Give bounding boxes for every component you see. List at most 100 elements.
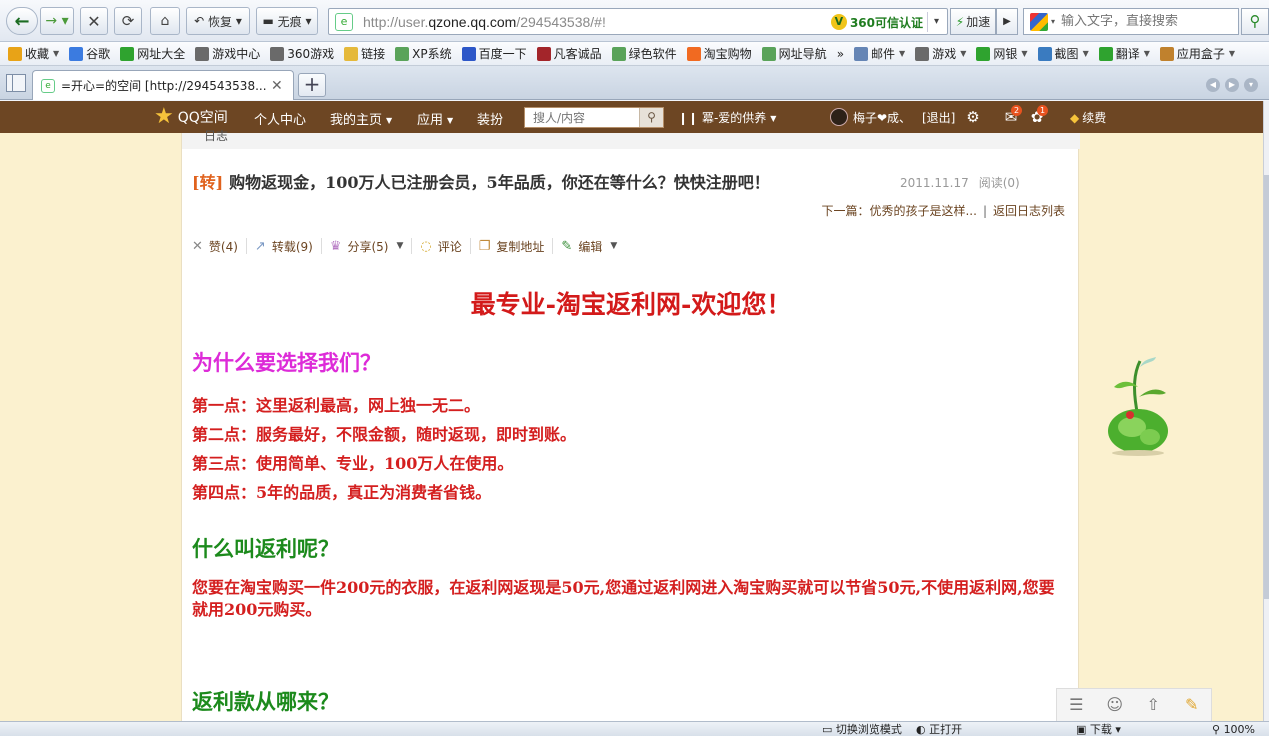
chevron-down-icon[interactable]: ▼ <box>1229 49 1235 58</box>
new-tab-button[interactable]: + <box>298 73 326 97</box>
close-icon: ✕ <box>192 238 203 254</box>
page-icon <box>395 46 410 61</box>
nav-my-home[interactable]: 我的主页 ▼ <box>330 109 392 128</box>
tab-qzone[interactable]: e =开心=的空间 [http://294543538.... ✕ <box>32 70 294 100</box>
chevron-down-icon: ▼ <box>396 241 404 251</box>
search-input[interactable] <box>1061 14 1232 29</box>
chevron-down-icon[interactable]: ▼ <box>1144 49 1150 58</box>
favorite-item[interactable]: 游戏 ▼ <box>913 44 968 64</box>
favorite-item[interactable]: 翻译 ▼ <box>1097 44 1152 64</box>
vertical-scrollbar[interactable] <box>1263 101 1269 721</box>
address-dropdown-button[interactable]: ▾ <box>927 12 945 32</box>
favorite-item[interactable]: 网址大全 <box>118 44 187 64</box>
reasons-list: 第一点：这里返利最高，网上独一无二。 第二点：服务最好，不限金额，随时返现，即时… <box>192 391 576 507</box>
tab-scroll-right-icon[interactable]: ▶ <box>1225 78 1239 92</box>
chevron-down-icon[interactable]: ▼ <box>1083 49 1089 58</box>
favorite-item[interactable]: 游戏中心 <box>193 44 262 64</box>
refresh-button[interactable]: ⟳ <box>114 7 142 35</box>
search-button[interactable]: ⚲ <box>1241 8 1269 35</box>
qzone-search-input[interactable] <box>525 108 639 127</box>
search-box[interactable]: ▾ <box>1023 8 1239 35</box>
username[interactable]: 梅子❤成、 <box>853 109 911 126</box>
zoom-level[interactable]: ⚲ 100% <box>1212 723 1255 736</box>
back-to-list-link[interactable]: 返回日志列表 <box>993 204 1065 218</box>
qzone-topbar: ★QQ空间 个人中心 我的主页▼ 应用▼ 装扮 ⚲ ❙❙ 冪-爱的供养▼ 梅子❤… <box>0 101 1263 133</box>
trust-badge[interactable]: V 360可信认证 <box>830 12 923 32</box>
chevron-down-icon[interactable]: ▼ <box>1021 49 1027 58</box>
comment-button[interactable]: ◌ 评论 <box>420 238 461 255</box>
edit-button[interactable]: ✎ 编辑 ▼ <box>561 238 617 255</box>
qzone-search[interactable]: ⚲ <box>524 107 664 128</box>
favorite-item[interactable]: 淘宝购物 <box>685 44 754 64</box>
chevron-down-icon[interactable]: ▼ <box>960 49 966 58</box>
bank-icon <box>976 46 991 61</box>
list-icon[interactable]: ☰ <box>1064 694 1088 716</box>
favorite-item[interactable]: 应用盒子 ▼ <box>1158 44 1237 64</box>
restore-button[interactable]: ↶ 恢复 ▾ <box>186 7 250 35</box>
favorite-item[interactable]: 截图 ▼ <box>1036 44 1091 64</box>
tab-list-icon[interactable]: ▾ <box>1244 78 1258 92</box>
url-text[interactable]: http://user.qzone.qq.com/294543538/#! <box>363 14 606 30</box>
speed-button[interactable]: ⚡ 加速 <box>950 8 996 35</box>
favorite-item[interactable]: XP系统 <box>393 44 453 64</box>
scrollbar-thumb[interactable] <box>1264 175 1269 599</box>
chevron-down-icon[interactable]: ▼ <box>899 49 905 58</box>
sidebar-toggle-icon[interactable] <box>6 74 26 92</box>
tab-scroll-left-icon[interactable]: ◀ <box>1206 78 1220 92</box>
go-button[interactable]: ▶ <box>996 8 1018 35</box>
download-button[interactable]: ▣ 下载 ▾ <box>1076 723 1121 736</box>
favorite-item[interactable]: 360游戏 <box>268 44 336 64</box>
gear-icon[interactable]: ⚙ <box>964 109 982 125</box>
repost-button[interactable]: ↗ 转载(9) <box>255 238 313 255</box>
favorite-item[interactable]: 凡客诚品 <box>535 44 604 64</box>
renew-link[interactable]: ◆ 续费 <box>1070 109 1106 126</box>
quick-open[interactable]: ◐ 正打开 <box>916 723 962 736</box>
music-player[interactable]: ❙❙ 冪-爱的供养 ▼ <box>678 109 776 126</box>
nav-apps[interactable]: 应用 ▼ <box>417 109 453 128</box>
browse-mode-toggle[interactable]: ▭ 切换浏览模式 <box>822 723 902 736</box>
comment-icon: ◌ <box>420 238 432 254</box>
chevron-down-icon[interactable]: ▼ <box>53 49 59 58</box>
baidu-icon <box>461 46 476 61</box>
back-button[interactable]: ← <box>6 7 38 35</box>
search-icon[interactable]: ⚲ <box>639 108 663 127</box>
qzone-logo[interactable]: ★ QQ空间 <box>154 106 228 128</box>
forward-button[interactable]: → ▾ <box>40 7 74 35</box>
nav-personal-center[interactable]: 个人中心 <box>254 109 306 128</box>
tab-bar: e =开心=的空间 [http://294543538.... ✕ + ◀ ▶ … <box>0 66 1269 100</box>
translate-icon <box>1098 46 1113 61</box>
incognito-button[interactable]: ▬ 无痕 ▾ <box>256 7 318 35</box>
pause-icon[interactable]: ❙❙ <box>678 111 698 125</box>
favorite-item[interactable]: 绿色软件 <box>610 44 679 64</box>
share-icon: ♛ <box>329 238 342 254</box>
favorite-item[interactable]: 链接 <box>342 44 387 64</box>
stop-button[interactable]: ✕ <box>80 7 108 35</box>
favorite-item[interactable]: 邮件 ▼ <box>852 44 907 64</box>
logout-link[interactable]: [退出] <box>922 109 955 126</box>
address-bar[interactable]: e http://user.qzone.qq.com/294543538/#! … <box>328 8 948 35</box>
copy-link-button[interactable]: ❐ 复制地址 <box>479 238 545 255</box>
copy-icon: ❐ <box>478 238 491 254</box>
post-note-icon[interactable]: ✎ <box>1180 694 1204 716</box>
where-heading: 返利款从哪来？ <box>192 689 339 714</box>
friends-icon[interactable]: ☺ <box>1103 694 1127 716</box>
chevron-down-icon: ▼ <box>610 241 618 251</box>
favorite-item[interactable]: 网址导航 <box>760 44 829 64</box>
like-button[interactable]: ✕ 赞(4) <box>192 238 238 255</box>
favorite-item[interactable]: 百度一下 <box>460 44 529 64</box>
list-item: 第三点：使用简单、专业，100万人在使用。 <box>192 454 514 473</box>
home-button[interactable]: ⌂ <box>150 7 180 35</box>
search-engine-icon[interactable] <box>1030 12 1048 31</box>
avatar[interactable] <box>830 108 848 126</box>
nav-decorate[interactable]: 装扮 <box>477 109 503 128</box>
favorite-item[interactable]: 网银 ▼ <box>974 44 1029 64</box>
favorite-item[interactable]: 收藏 ▼ <box>6 44 61 64</box>
next-post-link[interactable]: 下一篇：优秀的孩子是这样... <box>821 204 976 218</box>
share-button[interactable]: ♛ 分享(5) ▼ <box>330 238 404 255</box>
favorite-item[interactable]: 谷歌 <box>67 44 112 64</box>
chevron-down-icon[interactable]: ▾ <box>1051 17 1055 26</box>
back-to-top-icon[interactable]: ⇧ <box>1141 694 1165 716</box>
favorite-item[interactable]: » <box>835 44 846 64</box>
gamepad-icon <box>915 46 930 61</box>
close-icon[interactable]: ✕ <box>271 78 283 94</box>
